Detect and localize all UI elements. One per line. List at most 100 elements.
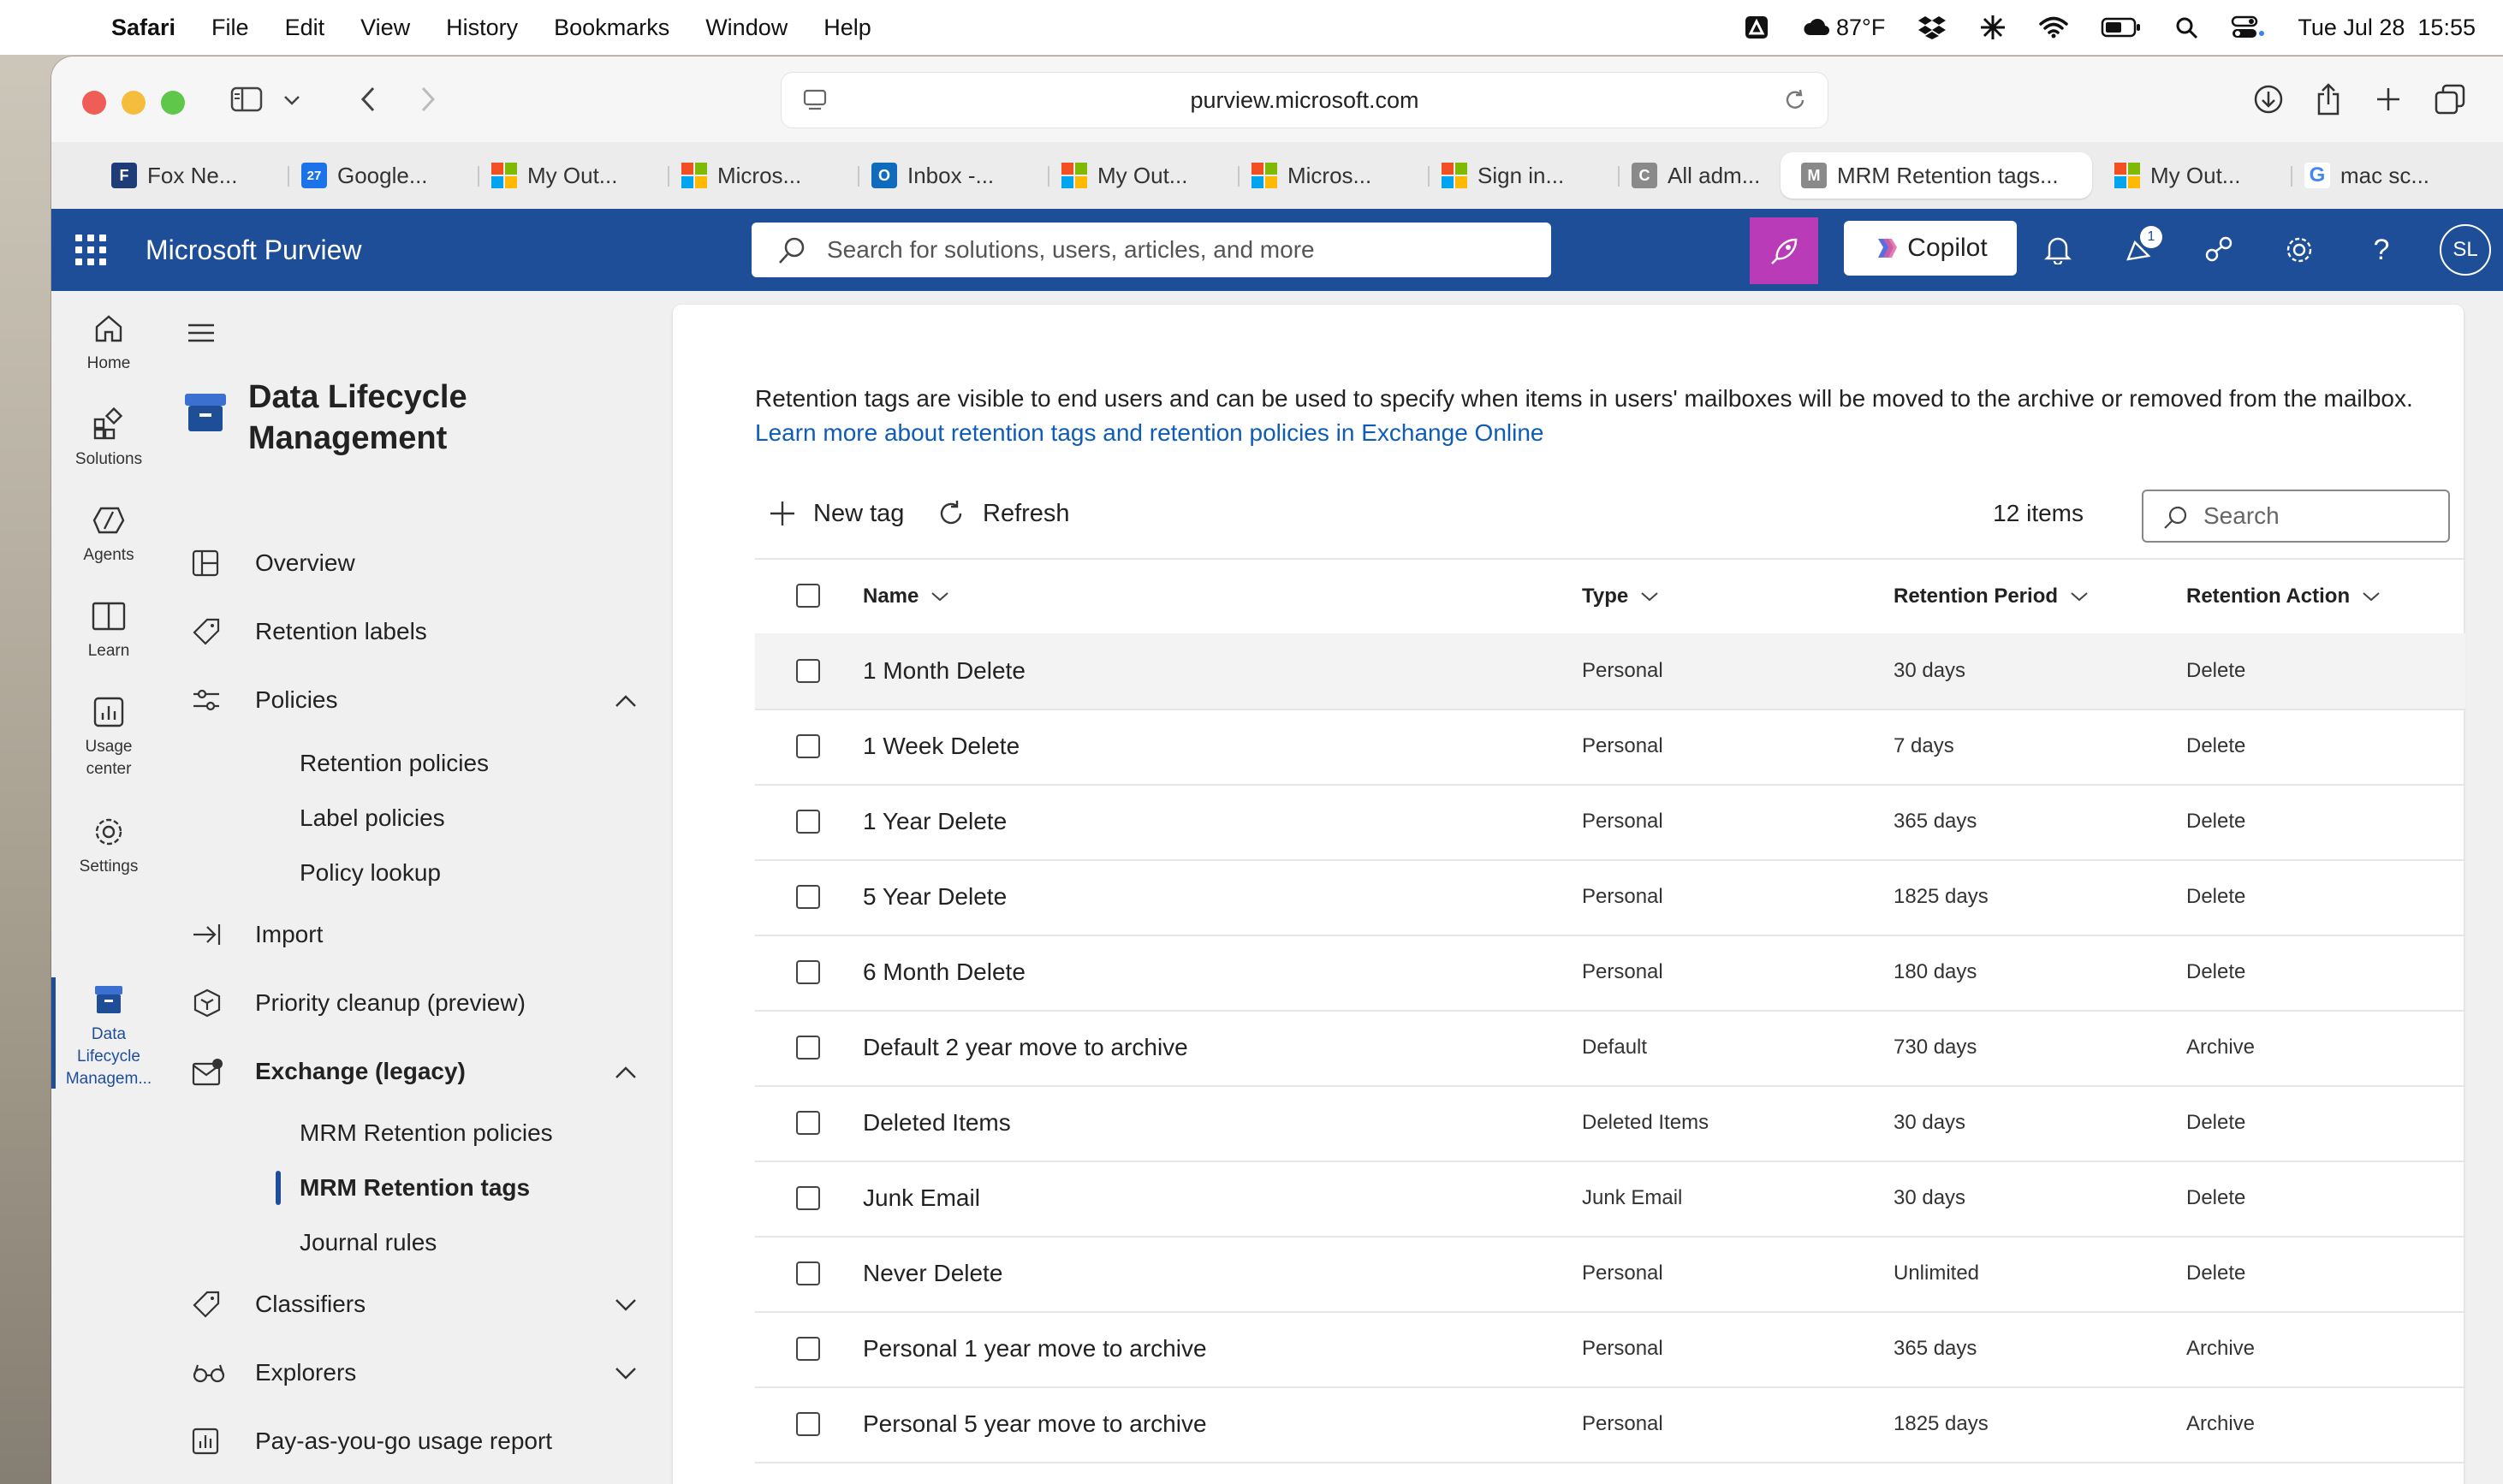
- battery-icon[interactable]: [2101, 16, 2142, 39]
- rail-agents[interactable]: Agents: [51, 496, 166, 567]
- chevron-down-icon[interactable]: [279, 87, 305, 113]
- nav-policy-lookup[interactable]: Policy lookup: [300, 849, 441, 897]
- tab-microsoft-1[interactable]: Micros...: [671, 152, 861, 199]
- menu-view[interactable]: View: [360, 15, 410, 41]
- column-header-retention-action[interactable]: Retention Action: [2186, 560, 2381, 633]
- tab-microsoft-2[interactable]: Micros...: [1241, 152, 1431, 199]
- row-checkbox[interactable]: [796, 885, 820, 909]
- tab-inbox[interactable]: O Inbox -...: [861, 152, 1051, 199]
- reload-icon[interactable]: [1783, 88, 1807, 116]
- hamburger-menu-icon[interactable]: [187, 322, 216, 348]
- new-tag-button[interactable]: New tag: [769, 488, 904, 539]
- settings-gear-icon[interactable]: [2275, 226, 2323, 274]
- row-checkbox[interactable]: [796, 1412, 820, 1436]
- table-row[interactable]: Default 2 year move to archive Default 730…: [755, 1010, 2465, 1085]
- downloads-icon[interactable]: [2251, 82, 2286, 116]
- global-search-input[interactable]: Search for solutions, users, articles, a…: [752, 223, 1551, 277]
- row-checkbox[interactable]: [796, 810, 820, 834]
- table-row[interactable]: Never Delete Personal Unlimited Delete: [755, 1236, 2465, 1311]
- rail-usage-center[interactable]: Usage center: [51, 688, 166, 781]
- avatar[interactable]: SL: [2440, 224, 2491, 276]
- tab-overview-icon[interactable]: [2433, 82, 2467, 116]
- column-header-type[interactable]: Type: [1582, 560, 1659, 633]
- row-checkbox[interactable]: [796, 1261, 820, 1285]
- tab-my-outlook-1[interactable]: My Out...: [481, 152, 671, 199]
- forward-arrow-icon[interactable]: [411, 82, 445, 116]
- table-row[interactable]: 5 Year Delete Personal 1825 days Delete: [755, 859, 2465, 935]
- nav-retention-labels[interactable]: Retention labels: [192, 606, 637, 657]
- table-row[interactable]: 1 Month Delete Personal 30 days Delete: [755, 633, 2465, 709]
- row-checkbox[interactable]: [796, 1036, 820, 1060]
- nav-journal-rules[interactable]: Journal rules: [300, 1219, 437, 1267]
- chevron-down-icon[interactable]: [615, 1291, 637, 1318]
- announcements-icon[interactable]: 1: [2114, 226, 2162, 274]
- menu-history[interactable]: History: [446, 15, 518, 41]
- table-row[interactable]: 6 Month Delete Personal 180 days Delete: [755, 935, 2465, 1010]
- sidebar-toggle-icon[interactable]: [228, 82, 265, 116]
- nav-priority-cleanup[interactable]: Priority cleanup (preview): [192, 977, 637, 1029]
- nav-mrm-retention-policies[interactable]: MRM Retention policies: [300, 1109, 553, 1157]
- table-row[interactable]: Personal 5 year move to archive Personal 1…: [755, 1386, 2465, 1462]
- community-icon[interactable]: [2195, 226, 2243, 274]
- close-window-button[interactable]: [82, 91, 106, 115]
- menu-edit[interactable]: Edit: [285, 15, 325, 41]
- select-all-checkbox[interactable]: [796, 584, 820, 608]
- rail-learn[interactable]: Learn: [51, 592, 166, 662]
- chevron-up-icon[interactable]: [615, 686, 637, 714]
- nav-exchange-legacy[interactable]: Exchange (legacy): [192, 1046, 637, 1097]
- minimize-window-button[interactable]: [122, 91, 146, 115]
- nav-explorers[interactable]: Explorers: [192, 1347, 637, 1398]
- column-header-retention-period[interactable]: Retention Period: [1894, 560, 2089, 633]
- nav-policies[interactable]: Policies: [192, 674, 637, 726]
- row-checkbox[interactable]: [796, 960, 820, 984]
- learn-more-link[interactable]: Learn more about retention tags and rete…: [755, 419, 1543, 447]
- table-row[interactable]: 1 Year Delete Personal 365 days Delete: [755, 784, 2465, 859]
- new-tab-icon[interactable]: [2371, 82, 2405, 116]
- rail-home[interactable]: Home: [51, 305, 166, 375]
- column-header-name[interactable]: Name: [863, 560, 949, 633]
- nav-mrm-retention-tags[interactable]: MRM Retention tags: [300, 1164, 530, 1212]
- nav-payg-report[interactable]: Pay-as-you-go usage report: [192, 1416, 637, 1467]
- chevron-down-icon[interactable]: [615, 1359, 637, 1386]
- tab-my-outlook-2[interactable]: My Out...: [1051, 152, 1241, 199]
- nav-overview[interactable]: Overview: [192, 537, 637, 589]
- menu-app-name[interactable]: Safari: [111, 15, 175, 41]
- address-bar[interactable]: purview.microsoft.com: [781, 72, 1828, 128]
- rail-solutions[interactable]: Solutions: [51, 401, 166, 471]
- drive-status-icon[interactable]: [1744, 15, 1769, 40]
- copilot-rocket-button[interactable]: [1750, 217, 1818, 284]
- spotlight-search-icon[interactable]: [2174, 15, 2198, 39]
- app-launcher-icon[interactable]: [75, 234, 106, 265]
- chevron-up-icon[interactable]: [615, 1058, 637, 1085]
- tab-sign-in[interactable]: Sign in...: [1431, 152, 1621, 199]
- table-row[interactable]: Deleted Items Deleted Items 30 days Delete: [755, 1085, 2465, 1160]
- table-search-input[interactable]: Search: [2142, 490, 2450, 543]
- menu-window[interactable]: Window: [705, 15, 788, 41]
- control-center-icon[interactable]: [2231, 15, 2265, 39]
- wifi-icon[interactable]: [2039, 16, 2069, 39]
- table-row[interactable]: Junk Email Junk Email 30 days Delete: [755, 1160, 2465, 1236]
- tab-fox-news[interactable]: F Fox Ne...: [101, 152, 291, 199]
- rail-settings[interactable]: Settings: [51, 808, 166, 878]
- rail-data-lifecycle[interactable]: Data Lifecycle Managem...: [51, 976, 166, 1090]
- weather-widget[interactable]: 87°F: [1802, 15, 1885, 41]
- tab-google-search[interactable]: G mac sc...: [2294, 152, 2503, 199]
- zoom-window-button[interactable]: [161, 91, 185, 115]
- copilot-button[interactable]: Copilot: [1844, 221, 2017, 276]
- back-arrow-icon[interactable]: [351, 82, 385, 116]
- table-row[interactable]: 1 Week Delete Personal 7 days Delete: [755, 709, 2465, 784]
- row-checkbox[interactable]: [796, 659, 820, 683]
- tab-mrm-retention-tags[interactable]: M MRM Retention tags...: [1781, 152, 2092, 199]
- nav-classifiers[interactable]: Classifiers: [192, 1279, 637, 1330]
- tab-my-outlook-3[interactable]: My Out...: [2104, 152, 2294, 199]
- perplexity-icon[interactable]: [1979, 14, 2007, 41]
- nav-retention-policies[interactable]: Retention policies: [300, 739, 489, 787]
- app-title[interactable]: Microsoft Purview: [146, 209, 362, 291]
- help-icon[interactable]: ?: [2357, 226, 2405, 274]
- tab-google-calendar[interactable]: 27 Google...: [291, 152, 481, 199]
- row-checkbox[interactable]: [796, 1111, 820, 1135]
- bell-icon[interactable]: [2034, 226, 2082, 274]
- nav-import[interactable]: Import: [192, 909, 637, 960]
- row-checkbox[interactable]: [796, 734, 820, 758]
- menu-bookmarks[interactable]: Bookmarks: [554, 15, 669, 41]
